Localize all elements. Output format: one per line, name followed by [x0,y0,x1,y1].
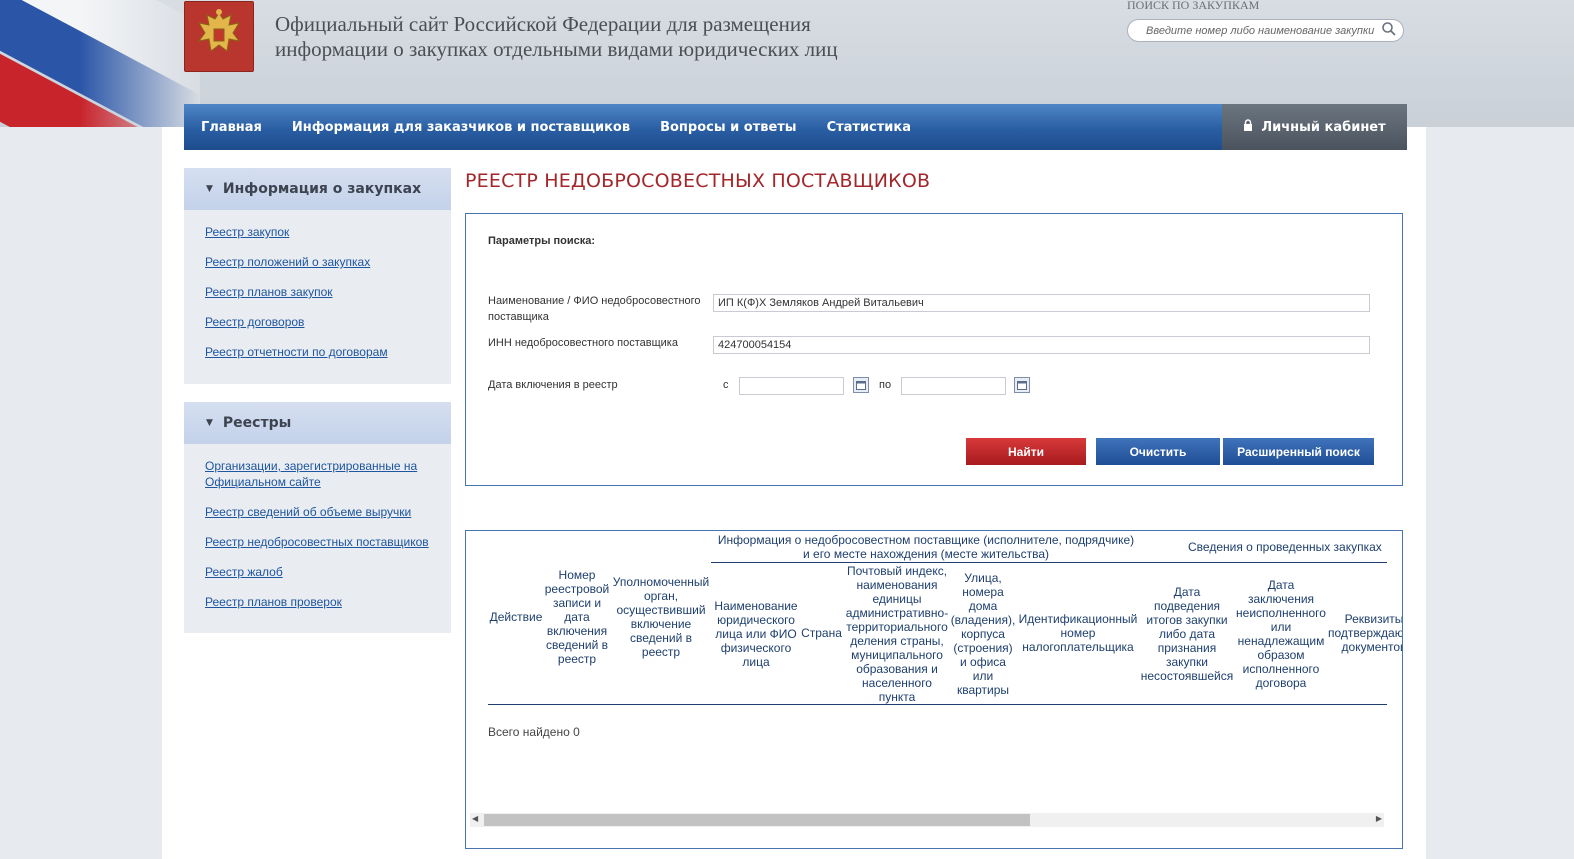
sidebar-block-title: Реестры [222,415,292,431]
scrollbar-thumb[interactable] [484,814,1030,826]
search-label: ПОИСК ПО ЗАКУПКАМ [1127,0,1260,12]
sidebar-list: Организации, зарегистрированные на Офици… [184,444,451,634]
nav-item-info[interactable]: Информация для заказчиков и поставщиков [292,120,630,135]
scroll-right-icon[interactable]: ▶ [1376,814,1382,823]
params-label: Параметры поиска: [488,235,596,247]
site-title-line1: Официальный сайт Российской Федерации дл… [275,12,811,36]
scroll-left-icon[interactable]: ◀ [472,814,478,823]
column-header: Уполномоченный орган, осуществивший вклю… [612,575,710,659]
date-label: Дата включения в реестр [488,379,618,391]
column-header: Номер реестровой записи и дата включения… [544,568,610,666]
nav-item-faq[interactable]: Вопросы и ответы [660,120,796,135]
group-header-supplier: Информация о недобросовестном поставщике… [717,533,1135,561]
date-to-field[interactable] [901,377,1006,395]
site-title-line2: информации о закупках отдельными видами … [275,37,838,61]
cabinet-label: Личный кабинет [1261,119,1386,135]
chevron-down-icon: ▼ [206,184,213,194]
column-header: Идентификационный номер налогоплательщик… [1018,612,1138,654]
page-title: РЕЕСТР НЕДОБРОСОВЕСТНЫХ ПОСТАВЩИКОВ [465,170,931,192]
column-header: Улица, номера дома (владения), корпуса (… [950,571,1016,697]
search-form: Параметры поиска: Наименование / ФИО нед… [465,213,1403,486]
header-bottom-rule [488,704,1387,705]
column-header: Почтовый индекс, наименования единицы ад… [845,564,949,704]
sidebar-link[interactable]: Реестр положений о закупках [205,254,431,270]
sidebar-block-title: Информация о закупках [222,181,422,197]
group-header-rule [711,562,1387,563]
sidebar-block-header[interactable]: ▼ Информация о закупках [184,168,451,210]
group-header-purchases: Сведения о проведенных закупках [1188,540,1382,554]
flag-decoration [0,0,200,127]
nav-item-home[interactable]: Главная [201,120,262,135]
column-header: Дата заключения неисполненного или ненад… [1236,578,1326,690]
coat-of-arms-icon[interactable] [184,1,254,72]
name-field[interactable] [713,294,1370,312]
cabinet-button[interactable]: Личный кабинет [1222,104,1407,150]
sidebar-link[interactable]: Реестр закупок [205,224,431,240]
clear-button[interactable]: Очистить [1096,438,1220,465]
column-header: Страна [801,626,842,640]
sidebar-link[interactable]: Реестр планов закупок [205,284,431,300]
sidebar-link[interactable]: Реестр сведений об объеме выручки [205,504,431,520]
inn-field[interactable] [713,336,1370,354]
calendar-icon[interactable] [853,377,869,393]
chevron-down-icon: ▼ [206,418,213,428]
sidebar-block-purchases: ▼ Информация о закупках Реестр закупок Р… [184,168,451,384]
search-icon[interactable] [1381,21,1397,40]
total-count: Всего найдено 0 [488,725,580,739]
sidebar-link[interactable]: Реестр отчетности по договорам [205,344,431,360]
nav-item-stats[interactable]: Статистика [827,120,911,135]
date-from-field[interactable] [739,377,844,395]
results-table: Информация о недобросовестном поставщике… [465,530,1403,849]
sidebar-link[interactable]: Реестр договоров [205,314,431,330]
site-title[interactable]: Официальный сайт Российской Федерации дл… [275,12,895,62]
sidebar-link[interactable]: Реестр недобросовестных поставщиков [205,534,431,550]
sidebar-list: Реестр закупок Реестр положений о закупк… [184,210,451,384]
date-to-label: по [879,379,892,391]
lock-icon [1243,119,1253,135]
sidebar-link[interactable]: Организации, зарегистрированные на Офици… [205,458,431,490]
sidebar-block-header[interactable]: ▼ Реестры [184,402,451,444]
column-header: Реквизиты подтверждающих документов [1328,612,1403,654]
column-header: Наименование юридического лица или ФИО ф… [714,599,798,669]
name-label: Наименование / ФИО недобросовестного пос… [488,295,701,323]
horizontal-scrollbar[interactable]: ◀ ▶ [470,813,1384,827]
search-box [1127,19,1404,42]
main-nav: Главная Информация для заказчиков и пост… [184,104,1407,150]
sidebar-link[interactable]: Реестр жалоб [205,564,431,580]
find-button[interactable]: Найти [966,438,1086,465]
sidebar-link[interactable]: Реестр планов проверок [205,594,431,610]
date-from-label: с [723,379,729,391]
calendar-icon[interactable] [1014,377,1030,393]
sidebar-block-registries: ▼ Реестры Организации, зарегистрированны… [184,402,451,633]
column-header: Действие [489,610,543,624]
search-input[interactable] [1146,21,1381,40]
inn-label: ИНН недобросовестного поставщика [488,337,678,349]
advanced-search-button[interactable]: Расширенный поиск [1223,438,1374,465]
column-header: Дата подведения итогов закупки либо дата… [1140,585,1234,683]
